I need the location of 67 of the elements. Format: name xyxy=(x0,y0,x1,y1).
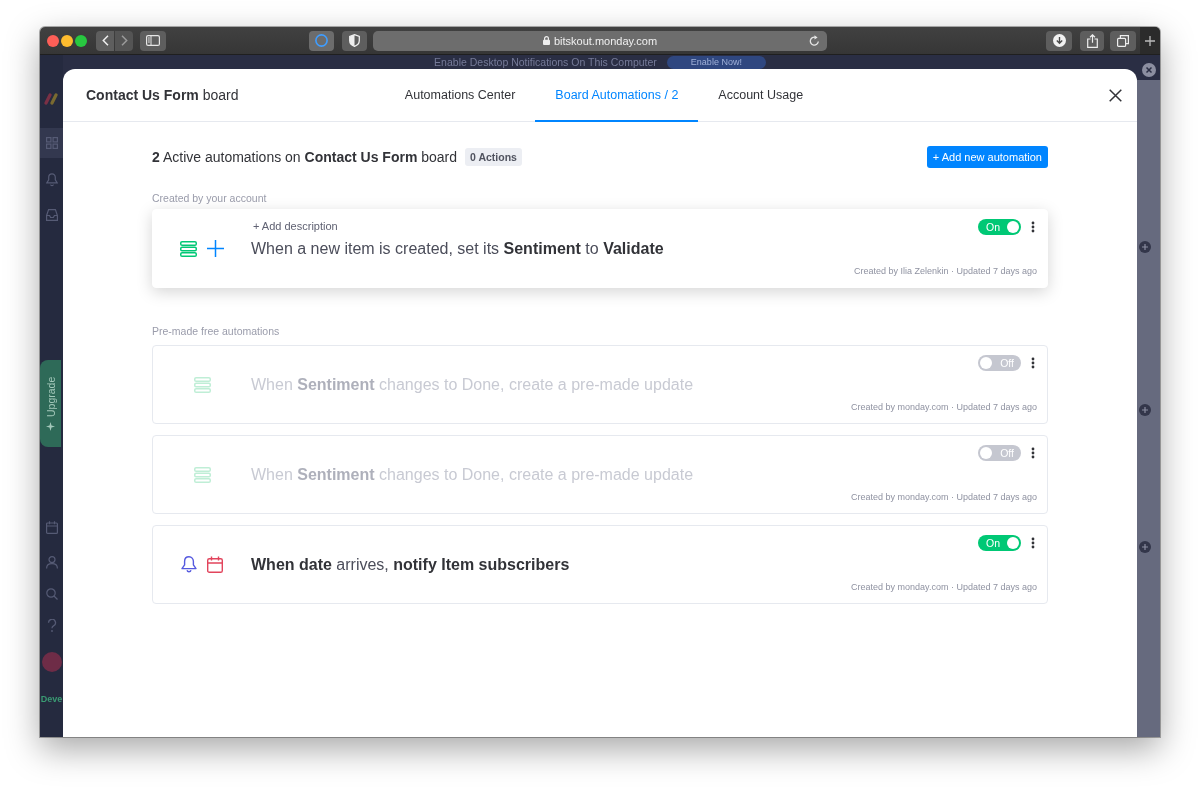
stacked-rows-icon xyxy=(193,376,211,393)
plus-circle-icon[interactable] xyxy=(1139,241,1151,253)
notification-banner-text: Enable Desktop Notifications On This Computer xyxy=(434,56,657,68)
enable-notifications-button[interactable]: Enable Now! xyxy=(666,55,766,69)
downloads-button[interactable] xyxy=(1046,30,1072,51)
more-options-icon[interactable] xyxy=(1031,221,1035,233)
download-icon xyxy=(1052,34,1066,47)
shield-icon xyxy=(349,34,360,47)
share-icon xyxy=(1086,33,1098,48)
toggle-switch[interactable]: On xyxy=(978,219,1021,235)
toggle-switch[interactable]: On xyxy=(978,535,1021,551)
section-heading: Created by your account xyxy=(152,192,268,204)
automation-meta: Created by monday.com · Updated 7 days ago xyxy=(851,582,1037,592)
tab[interactable]: Automations Center xyxy=(384,69,536,122)
section-heading: Pre-made free automations xyxy=(152,325,281,337)
stacked-rows-icon xyxy=(180,240,197,257)
bell-icon xyxy=(181,556,197,573)
share-button[interactable] xyxy=(1080,30,1104,51)
plus-icon xyxy=(1145,35,1155,46)
add-automation-button[interactable]: + Add new automation xyxy=(926,146,1048,168)
address-bar[interactable]: bitskout.monday.com xyxy=(373,30,827,51)
tray-icon[interactable] xyxy=(45,209,58,221)
plus-icon xyxy=(207,240,224,257)
new-tab-button[interactable] xyxy=(1140,27,1160,54)
person-icon[interactable] xyxy=(45,556,58,569)
help-icon[interactable] xyxy=(46,619,57,632)
close-icon[interactable] xyxy=(1109,88,1122,102)
more-options-icon[interactable] xyxy=(1031,357,1035,369)
tabs-button[interactable] xyxy=(1110,30,1136,51)
add-description-link[interactable]: + Add description xyxy=(253,219,338,232)
zoom-window-icon[interactable] xyxy=(75,34,87,47)
back-button[interactable] xyxy=(96,30,114,51)
ring-icon xyxy=(315,34,328,47)
chevron-left-icon xyxy=(101,35,109,46)
calendar-icon[interactable] xyxy=(45,521,58,534)
tabs-icon xyxy=(1117,34,1129,47)
plus-circle-icon[interactable] xyxy=(1139,541,1151,553)
automation-sentence: When date arrives, notify Item subscribers xyxy=(251,554,571,575)
workspace-label: Deve xyxy=(40,694,63,704)
automation-sentence: When a new item is created, set its Sentiment to Validate xyxy=(251,238,665,259)
tab[interactable]: Account Usage xyxy=(698,69,824,122)
lock-icon xyxy=(542,36,550,45)
extension-button[interactable] xyxy=(309,30,334,51)
upgrade-button[interactable]: Upgrade xyxy=(40,360,61,447)
sparkle-icon xyxy=(46,421,55,431)
automations-summary: 2 Active automations on Contact Us Form board xyxy=(152,149,458,165)
actions-count-badge: 0 Actions xyxy=(465,148,522,166)
privacy-button[interactable] xyxy=(342,30,367,51)
sidebar-button[interactable] xyxy=(140,30,166,51)
logo-icon xyxy=(43,93,60,105)
close-window-icon[interactable] xyxy=(47,34,59,47)
more-options-icon[interactable] xyxy=(1031,537,1035,549)
automation-meta: Created by monday.com · Updated 7 days ago xyxy=(851,402,1037,412)
more-options-icon[interactable] xyxy=(1031,447,1035,459)
forward-button[interactable] xyxy=(115,30,133,51)
automation-meta: Created by monday.com · Updated 7 days ago xyxy=(851,492,1037,502)
tab[interactable]: Board Automations / 2 xyxy=(535,69,699,122)
plus-circle-icon[interactable] xyxy=(1139,404,1151,416)
dialog-title: Contact Us Form board xyxy=(86,87,239,103)
stacked-rows-icon xyxy=(193,466,211,483)
calendar-icon xyxy=(207,556,223,573)
reload-icon[interactable] xyxy=(809,34,820,47)
minimize-window-icon[interactable] xyxy=(61,34,73,47)
grid-icon xyxy=(45,137,58,149)
sidebar-icon xyxy=(146,35,160,46)
automation-meta: Created by Ilia Zelenkin · Updated 7 days ago xyxy=(853,266,1037,276)
chevron-right-icon xyxy=(120,35,128,46)
